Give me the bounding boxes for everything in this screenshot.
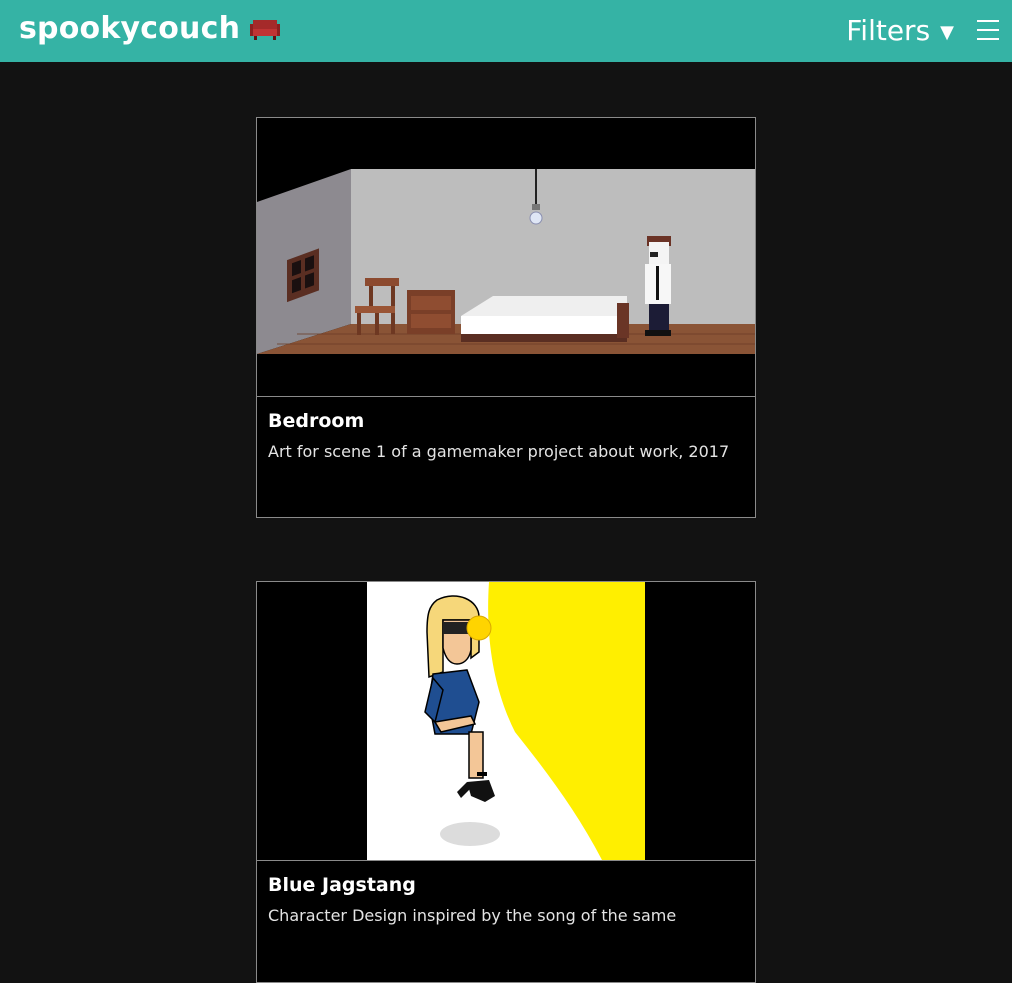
character-design-image <box>257 582 755 860</box>
card-description: Character Design inspired by the song of… <box>268 906 677 925</box>
couch-icon <box>250 18 281 42</box>
card-body: Blue Jagstang Character Design inspired … <box>257 861 755 927</box>
brand-name: spookycouch <box>19 11 241 46</box>
filters-label: Filters <box>846 14 931 47</box>
card-body: Bedroom Art for scene 1 of a gamemaker p… <box>257 397 755 463</box>
card-image-blue-jagstang[interactable] <box>257 582 755 861</box>
brand-link[interactable]: spookycouch <box>19 10 281 48</box>
chevron-down-icon: ▼ <box>940 22 954 43</box>
card-title[interactable]: Blue Jagstang <box>268 873 744 897</box>
card-title[interactable]: Bedroom <box>268 409 744 433</box>
pixel-art-bedroom-image <box>257 118 755 396</box>
gallery-card[interactable]: Bedroom Art for scene 1 of a gamemaker p… <box>256 117 756 518</box>
card-description: Art for scene 1 of a gamemaker project a… <box>268 442 730 461</box>
card-image-bedroom[interactable] <box>257 118 755 397</box>
filters-dropdown[interactable]: Filters ▼ <box>846 12 954 50</box>
hamburger-menu-icon[interactable] <box>977 18 1001 42</box>
top-navbar: spookycouch Filters ▼ <box>0 0 1012 62</box>
